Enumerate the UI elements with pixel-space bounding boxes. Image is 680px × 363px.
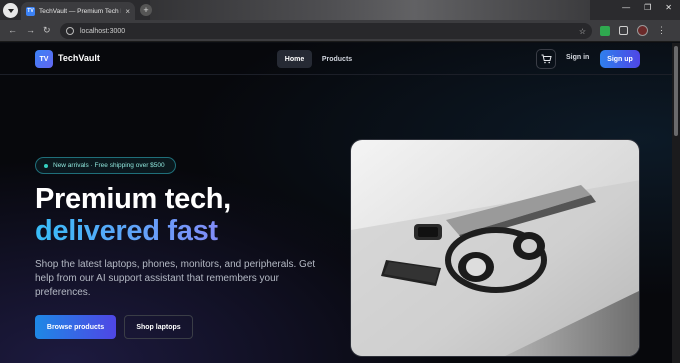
site-navbar: TV TechVault Home Products Sign in Sign … xyxy=(0,43,672,75)
logo-badge-icon[interactable]: TV xyxy=(35,50,53,68)
address-bar-url[interactable]: localhost:3000 xyxy=(80,28,573,35)
extensions-puzzle-icon[interactable] xyxy=(619,26,628,35)
maximize-icon[interactable]: ❐ xyxy=(644,3,651,12)
browser-tab-active[interactable]: TV TechVault — Premium Tech Pr... × xyxy=(21,2,135,20)
browse-products-button[interactable]: Browse products xyxy=(35,315,116,339)
window-close-icon[interactable]: ✕ xyxy=(665,3,672,12)
browser-title-bar: TV TechVault — Premium Tech Pr... × + — … xyxy=(0,0,680,20)
browser-toolbar: ← → ↻ localhost:3000 ☆ ⋮ xyxy=(0,20,680,42)
minimize-icon[interactable]: — xyxy=(622,3,630,12)
new-tab-icon[interactable]: + xyxy=(140,4,152,16)
bookmark-star-icon[interactable]: ☆ xyxy=(579,27,586,36)
tab-favicon-icon: TV xyxy=(26,6,35,16)
hero-product-image xyxy=(350,139,640,357)
window-controls: — ❐ ✕ xyxy=(622,3,672,12)
announcement-pill: New arrivals · Free shipping over $500 xyxy=(35,157,176,174)
nav-link-home[interactable]: Home xyxy=(277,50,312,68)
sign-in-link[interactable]: Sign in xyxy=(566,54,589,61)
back-arrow-icon[interactable]: ← xyxy=(8,25,17,35)
cart-button[interactable] xyxy=(536,49,556,69)
pill-dot-icon xyxy=(44,163,48,168)
address-bar[interactable]: localhost:3000 ☆ xyxy=(60,23,592,39)
hero-title-line-2: delivered fast xyxy=(35,215,218,247)
nav-link-products[interactable]: Products xyxy=(318,50,356,68)
page-viewport: TV TechVault Home Products Sign in Sign … xyxy=(0,43,672,363)
profile-avatar-icon[interactable] xyxy=(637,25,648,36)
hero-title-line-1: Premium tech, xyxy=(35,183,231,215)
hero-photo-illustration xyxy=(351,140,639,356)
sign-up-button[interactable]: Sign up xyxy=(600,50,640,68)
extension-icons: ⋮ xyxy=(600,25,666,36)
tab-title: TechVault — Premium Tech Pr... xyxy=(39,7,121,15)
brand-name[interactable]: TechVault xyxy=(58,53,100,63)
tab-close-icon[interactable]: × xyxy=(125,7,130,16)
title-bar-background xyxy=(150,0,590,20)
cart-icon xyxy=(541,54,552,64)
hero-description: Shop the latest laptops, phones, monitor… xyxy=(35,259,316,298)
site-info-icon[interactable] xyxy=(66,27,74,35)
shop-laptops-button[interactable]: Shop laptops xyxy=(124,315,193,339)
extension-green-icon[interactable] xyxy=(600,25,610,36)
reload-icon[interactable]: ↻ xyxy=(43,25,51,36)
announcement-text: New arrivals · Free shipping over $500 xyxy=(53,162,165,169)
forward-arrow-icon[interactable]: → xyxy=(26,25,35,35)
scrollbar-thumb[interactable] xyxy=(674,46,678,136)
browser-profile-icon[interactable] xyxy=(3,3,18,18)
page-scrollbar[interactable] xyxy=(672,43,680,363)
browser-menu-icon[interactable]: ⋮ xyxy=(657,25,666,36)
